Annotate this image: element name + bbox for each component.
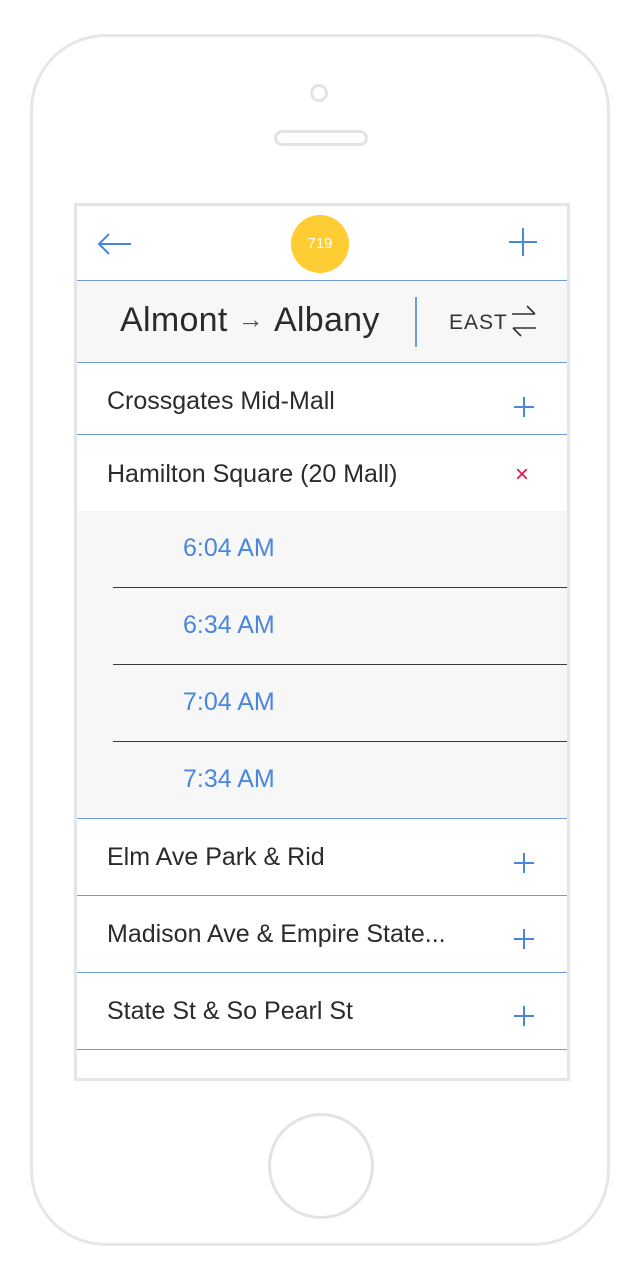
plus-icon[interactable]: [513, 396, 535, 418]
destination-label: Albany: [273, 301, 380, 339]
stop-row-state-st[interactable]: State St & So Pearl St: [77, 973, 567, 1049]
direction-label: EAST: [449, 311, 508, 334]
route-header: Almont → Albany EAST: [77, 281, 567, 362]
departure-time[interactable]: 6:04 AM: [183, 534, 275, 563]
arrow-left-icon: [97, 233, 131, 255]
header-divider: [415, 297, 417, 347]
departure-time[interactable]: 6:34 AM: [183, 611, 275, 640]
plus-icon[interactable]: [513, 852, 535, 874]
swap-direction-button[interactable]: [509, 303, 539, 339]
departure-time[interactable]: 7:34 AM: [183, 765, 275, 794]
top-bar: 719: [77, 206, 567, 280]
departure-time[interactable]: 7:04 AM: [183, 688, 275, 717]
plus-icon: [509, 228, 537, 256]
home-button[interactable]: [268, 1113, 374, 1219]
time-divider: [113, 741, 567, 742]
time-divider: [113, 587, 567, 588]
close-icon[interactable]: ×: [515, 463, 529, 487]
route-number-badge: 719: [291, 215, 349, 273]
departure-times-list: 6:04 AM 6:34 AM 7:04 AM 7:34 AM: [77, 511, 567, 818]
route-title: Almont → Albany: [120, 301, 380, 340]
stop-row-hamilton-square[interactable]: Hamilton Square (20 Mall) ×: [77, 435, 567, 511]
stop-name: Elm Ave Park & Rid: [107, 843, 325, 871]
arrow-right-icon: →: [237, 304, 264, 334]
stop-name: Madison Ave & Empire State...: [107, 920, 446, 948]
plus-icon[interactable]: [513, 928, 535, 950]
stop-row-madison-ave[interactable]: Madison Ave & Empire State...: [77, 896, 567, 972]
stop-name: Hamilton Square (20 Mall): [107, 460, 398, 488]
time-divider: [113, 664, 567, 665]
swap-direction-icon: [512, 305, 536, 337]
add-button[interactable]: [505, 224, 541, 260]
origin-label: Almont: [120, 301, 228, 339]
speaker: [274, 130, 368, 146]
app-screen: 719 Almont → Albany EAST Crossgates Mid-Ma…: [74, 203, 570, 1081]
camera: [310, 84, 328, 102]
divider: [77, 1049, 567, 1050]
stop-name: Crossgates Mid-Mall: [107, 387, 335, 415]
plus-icon[interactable]: [513, 1005, 535, 1027]
stop-row-elm-ave[interactable]: Elm Ave Park & Rid: [77, 819, 567, 895]
back-button[interactable]: [95, 226, 135, 262]
stop-row-crossgates[interactable]: Crossgates Mid-Mall: [77, 363, 567, 434]
stop-name: State St & So Pearl St: [107, 997, 353, 1025]
